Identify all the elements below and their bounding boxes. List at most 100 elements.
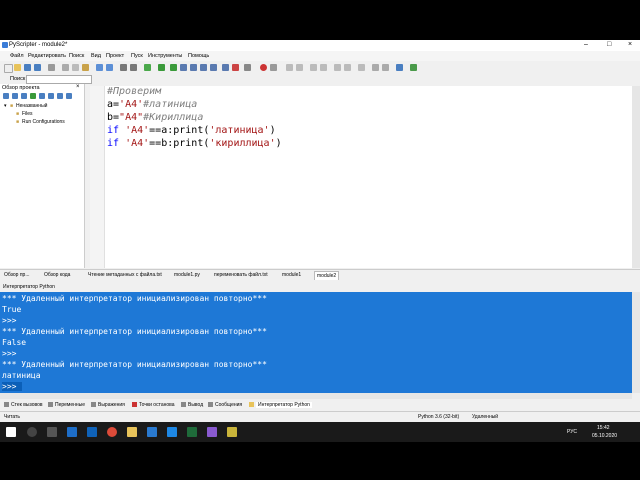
outlook-icon[interactable] (87, 427, 97, 437)
code-line[interactable]: if 'A4'==b:print('кириллица') (107, 138, 282, 149)
file-explorer-icon[interactable] (127, 427, 137, 437)
menu-project[interactable]: Проект (106, 53, 124, 59)
menu-file[interactable]: Файл (10, 53, 24, 59)
menu-run[interactable]: Пуск (131, 53, 143, 59)
tab-code-explorer[interactable]: Обзор кода (42, 271, 72, 279)
run-to-cursor-icon[interactable] (180, 64, 187, 71)
code-line[interactable]: #Проверим (107, 86, 161, 97)
replace-icon[interactable] (130, 64, 137, 71)
code-line[interactable]: b="A4"#Кириллица (107, 112, 203, 123)
minimize-icon[interactable]: – (584, 41, 588, 48)
tab-module1-py[interactable]: module1.py (172, 271, 202, 279)
tab-metadata-txt[interactable]: Чтение метаданных с файла.txt (86, 271, 164, 279)
save-all-icon[interactable] (34, 64, 41, 71)
close-icon[interactable]: × (628, 41, 632, 48)
back-icon[interactable] (286, 64, 293, 71)
project-run-icon[interactable] (30, 93, 36, 99)
step-over-icon[interactable] (200, 64, 207, 71)
tab-rename-txt[interactable]: переменовать файл.txt (212, 271, 270, 279)
status-python-version[interactable]: Python 3.6 (32-bit) (418, 414, 459, 420)
tab-module2[interactable]: module2 (314, 271, 340, 280)
step-into-icon[interactable] (190, 64, 197, 71)
language-indicator[interactable]: РУС (567, 429, 577, 435)
store-icon[interactable] (167, 427, 177, 437)
layout-icon[interactable] (396, 64, 403, 71)
task-view-icon[interactable] (47, 427, 57, 437)
excel-icon[interactable] (187, 427, 197, 437)
tab-python-interpreter[interactable]: Интерпретатор Python (256, 402, 312, 408)
project-save-icon[interactable] (21, 93, 27, 99)
pyscripter-taskbar-icon[interactable] (227, 427, 237, 437)
tab-module1[interactable]: module1 (280, 271, 303, 279)
tab-call-stack[interactable]: Стек вызовов (11, 402, 43, 408)
menu-search[interactable]: Поиск (69, 53, 84, 59)
clock-date[interactable]: 05.10.2020 (592, 433, 617, 439)
indent-icon[interactable] (310, 64, 317, 71)
word-icon[interactable] (147, 427, 157, 437)
project-expand-icon[interactable] (57, 93, 63, 99)
stop-icon[interactable] (232, 64, 239, 71)
windows-start-icon[interactable] (6, 427, 16, 437)
undo-icon[interactable] (96, 64, 103, 71)
tab-output[interactable]: Вывод (188, 402, 203, 408)
project-open-icon[interactable] (12, 93, 18, 99)
code-line[interactable]: if 'A4'==a:print('латиница') (107, 125, 276, 136)
paste-icon[interactable] (82, 64, 89, 71)
tab-messages[interactable]: Сообщения (215, 402, 242, 408)
zoom-out-icon[interactable] (382, 64, 389, 71)
redo-icon[interactable] (106, 64, 113, 71)
console-scrollbar[interactable] (632, 292, 640, 393)
copy-icon[interactable] (72, 64, 79, 71)
tab-watches[interactable]: Выражения (98, 402, 125, 408)
code-editor[interactable]: #Проверим a='A4'#латиница b="A4"#Кирилли… (90, 86, 632, 268)
uncomment-icon[interactable] (344, 64, 351, 71)
tab-breakpoints[interactable]: Точки останова (139, 402, 175, 408)
new-file-icon[interactable] (4, 64, 13, 73)
tree-expand-icon[interactable]: ▾ (4, 103, 7, 109)
console-horizontal-scrollbar[interactable] (0, 393, 632, 399)
editor-scrollbar[interactable] (632, 86, 640, 268)
tab-variables[interactable]: Переменные (55, 402, 85, 408)
clear-breakpoints-icon[interactable] (270, 64, 277, 71)
comment-icon[interactable] (334, 64, 341, 71)
print-icon[interactable] (48, 64, 55, 71)
syntax-check-icon[interactable] (144, 64, 151, 71)
menu-tools[interactable]: Инструменты (148, 53, 182, 59)
close-icon[interactable]: × (76, 84, 80, 90)
search-icon[interactable] (27, 427, 37, 437)
code-line[interactable]: a='A4'#латиница (107, 99, 197, 110)
project-new-icon[interactable] (3, 93, 9, 99)
app-icon[interactable] (207, 427, 217, 437)
chrome-icon[interactable] (107, 427, 117, 437)
tree-item-run-configurations[interactable]: Run Configurations (22, 119, 65, 125)
forward-icon[interactable] (296, 64, 303, 71)
tree-item-files[interactable]: Files (22, 111, 33, 117)
zoom-in-icon[interactable] (372, 64, 379, 71)
breakpoint-icon[interactable] (260, 64, 267, 71)
save-icon[interactable] (24, 64, 31, 71)
status-engine[interactable]: Удаленный (472, 414, 498, 420)
cut-icon[interactable] (62, 64, 69, 71)
dedent-icon[interactable] (320, 64, 327, 71)
menu-edit[interactable]: Редактировать (28, 53, 66, 59)
toggle-breakpoint-icon[interactable] (244, 64, 251, 71)
step-out-icon[interactable] (210, 64, 217, 71)
tab-project-explorer[interactable]: Обзор пр... (2, 271, 32, 279)
options-icon[interactable] (410, 64, 417, 71)
edge-icon[interactable] (67, 427, 77, 437)
menu-help[interactable]: Помощь (188, 53, 209, 59)
python-interpreter-console[interactable]: *** Удаленный интерпретатор инициализиро… (0, 292, 632, 393)
project-settings-icon[interactable] (48, 93, 54, 99)
search-input[interactable] (26, 75, 92, 84)
project-collapse-icon[interactable] (66, 93, 72, 99)
pause-icon[interactable] (222, 64, 229, 71)
find-icon[interactable] (120, 64, 127, 71)
console-prompt[interactable]: >>> (2, 382, 23, 391)
tree-item-project[interactable]: Неназванный (16, 103, 47, 109)
project-debug-icon[interactable] (39, 93, 45, 99)
open-folder-icon[interactable] (14, 64, 21, 71)
menu-view[interactable]: Вид (91, 53, 101, 59)
clock-time[interactable]: 15:42 (597, 425, 610, 431)
debug-icon[interactable] (170, 64, 177, 71)
tab-to-space-icon[interactable] (358, 64, 365, 71)
